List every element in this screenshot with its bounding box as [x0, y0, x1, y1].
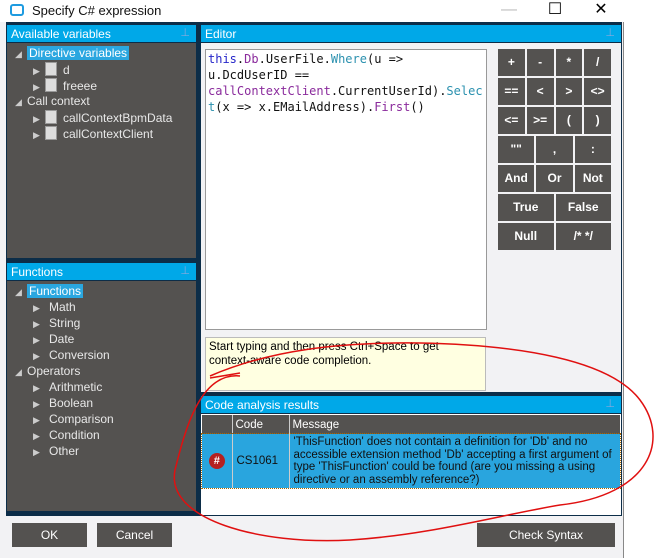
annotation-circle: [173, 342, 654, 542]
red-annotation: [173, 342, 654, 542]
